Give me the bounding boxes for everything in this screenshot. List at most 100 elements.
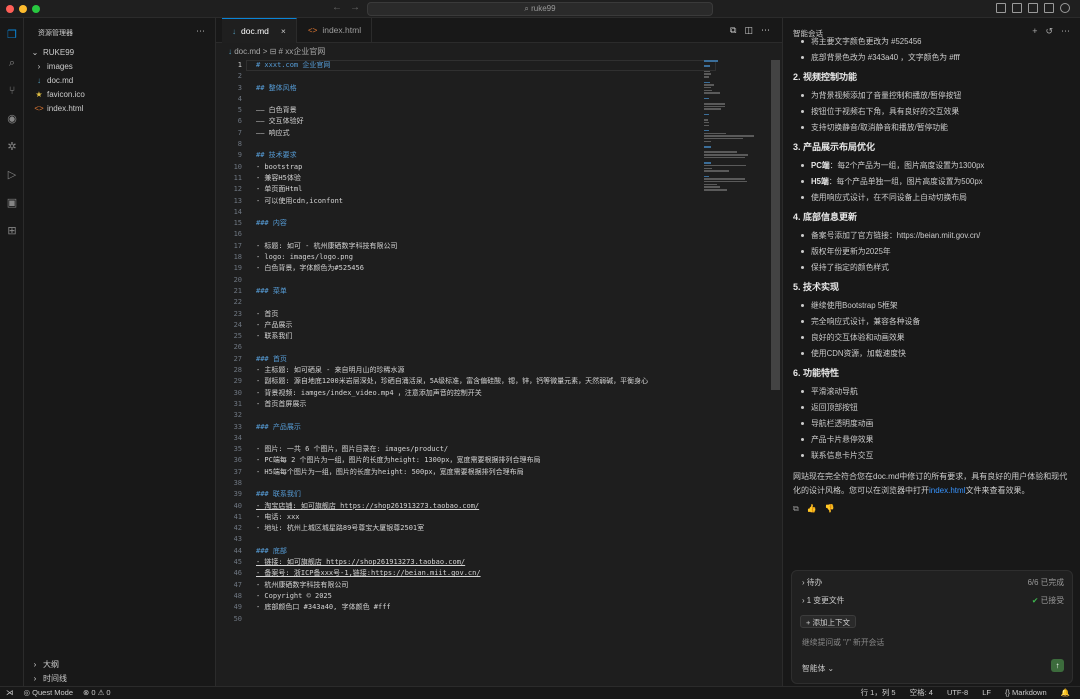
- blocks-icon[interactable]: ⊞: [5, 224, 19, 238]
- code-line[interactable]: 41 - 电话: xxx: [216, 512, 716, 523]
- account-icon[interactable]: [1060, 3, 1070, 13]
- source-control-icon[interactable]: ⑂: [5, 84, 19, 98]
- code-line[interactable]: 7 —— 响应式: [216, 128, 716, 139]
- code-line[interactable]: 37 - H5端每个图片为一组，图片的长度为height: 500px，宽度需要根…: [216, 467, 716, 478]
- editor-scrollbar[interactable]: [771, 60, 780, 390]
- code-line[interactable]: 9 ## 技术要求: [216, 150, 716, 161]
- code-line[interactable]: 46 - 备案号: 浙ICP备xxx号-1,链接:https://beian.mi…: [216, 568, 716, 579]
- tree-item-images[interactable]: › images: [34, 60, 73, 73]
- code-line[interactable]: 10 - bootstrap: [216, 162, 716, 173]
- code-line[interactable]: 48 - Copyright © 2025: [216, 591, 716, 602]
- tab-doc-md[interactable]: ↓ doc.md ×: [222, 18, 297, 43]
- code-line[interactable]: 47 - 杭州康硒数字科技有限公司: [216, 580, 716, 591]
- timeline-section[interactable]: › 时间线: [30, 672, 67, 685]
- breadcrumb-section[interactable]: # xx企业官网: [279, 47, 326, 56]
- code-line[interactable]: 30 - 背景视频: iamges/index_video.mp4 ，注意添加声音…: [216, 388, 716, 399]
- code-line[interactable]: 17 - 标题: 如可 - 杭州康硒数字科技有限公司: [216, 241, 716, 252]
- more-actions-icon[interactable]: ⋯: [761, 25, 770, 36]
- thumbs-down-icon[interactable]: 👎: [825, 504, 835, 514]
- code-line[interactable]: 22: [216, 297, 716, 308]
- problems-indicator[interactable]: ⊗ 0 ⚠ 0: [83, 687, 111, 699]
- code-line[interactable]: 1 # xxxt.com 企业官网: [216, 60, 716, 71]
- forward-arrow-icon[interactable]: →: [350, 2, 360, 13]
- code-line[interactable]: 44 ### 底部: [216, 546, 716, 557]
- toggle-secondary-sidebar-icon[interactable]: [1028, 3, 1038, 13]
- code-line[interactable]: 50: [216, 614, 716, 625]
- changes-row[interactable]: › 1 变更文件 ✔ 已接受: [802, 595, 1064, 606]
- code-line[interactable]: 28 - 主标题: 如可硒泉 - 来自明月山的珍稀水源: [216, 365, 716, 376]
- code-line[interactable]: 5 —— 白色背景: [216, 105, 716, 116]
- code-line[interactable]: 14: [216, 207, 716, 218]
- line-ending[interactable]: LF: [982, 687, 991, 699]
- remote-indicator-icon[interactable]: ⋊: [6, 687, 14, 699]
- tab-index-html[interactable]: <> index.html: [298, 18, 373, 43]
- thumbs-up-icon[interactable]: 👍: [807, 504, 817, 514]
- code-editor[interactable]: 1 # xxxt.com 企业官网 2 3 ## 整体风格 4 5 —— 白色背景 6 —— 交互…: [216, 60, 716, 625]
- toggle-panel-icon[interactable]: [1012, 3, 1022, 13]
- code-line[interactable]: 3 ## 整体风格: [216, 83, 716, 94]
- quest-mode[interactable]: ◎ Quest Mode: [24, 687, 74, 699]
- split-editor-icon[interactable]: ◫: [744, 25, 753, 36]
- close-window-button[interactable]: [6, 5, 14, 13]
- code-line[interactable]: 2: [216, 71, 716, 82]
- run-icon[interactable]: ▷: [5, 168, 19, 182]
- copy-icon[interactable]: ⧉: [793, 504, 799, 514]
- code-line[interactable]: 23 - 首页: [216, 309, 716, 320]
- code-line[interactable]: 40 - 淘宝店铺: 如可旗舰店 https://shop261913273.ta…: [216, 501, 716, 512]
- index-html-link[interactable]: index.html: [929, 486, 965, 495]
- explorer-icon[interactable]: ❐: [5, 28, 19, 42]
- code-line[interactable]: 33 ### 产品展示: [216, 422, 716, 433]
- tree-item-favicon[interactable]: ★ favicon.ico: [34, 88, 84, 101]
- send-icon[interactable]: ↑: [1051, 659, 1064, 672]
- tree-root[interactable]: ⌄ RUKE99: [30, 46, 74, 59]
- add-context-button[interactable]: + 添加上下文: [800, 615, 856, 628]
- code-line[interactable]: 49 - 底部颜色口 #343a40, 字体颜色 #fff: [216, 602, 716, 613]
- code-line[interactable]: 39 ### 联系我们: [216, 489, 716, 500]
- code-line[interactable]: 21 ### 菜单: [216, 286, 716, 297]
- code-line[interactable]: 11 - 兼容H5体验: [216, 173, 716, 184]
- open-preview-icon[interactable]: ⧉: [730, 25, 736, 36]
- code-line[interactable]: 35 - 图片: 一共 6 个图片，图片目录在: images/product/: [216, 444, 716, 455]
- code-line[interactable]: 29 - 副标题: 源自地底1200米岩层深处，珍硒自涌活泉，5A级标准，富含偏硅…: [216, 376, 716, 387]
- customize-layout-icon[interactable]: [1044, 3, 1054, 13]
- code-line[interactable]: 24 - 产品展示: [216, 320, 716, 331]
- command-search-input[interactable]: ⌕ ruke99: [367, 2, 713, 16]
- code-line[interactable]: 4: [216, 94, 716, 105]
- language-mode[interactable]: {} Markdown: [1005, 687, 1047, 699]
- outline-section[interactable]: › 大纲: [30, 658, 59, 671]
- code-line[interactable]: 31 - 首页首屏展示: [216, 399, 716, 410]
- code-line[interactable]: 36 - PC端每 2 个图片为一组，图片的长度为height: 1300px，宽…: [216, 455, 716, 466]
- code-line[interactable]: 26: [216, 342, 716, 353]
- encoding[interactable]: UTF-8: [947, 687, 968, 699]
- code-line[interactable]: 25 - 联系我们: [216, 331, 716, 342]
- back-arrow-icon[interactable]: ←: [332, 2, 342, 13]
- debug-icon[interactable]: ◉: [5, 112, 19, 126]
- notifications-icon[interactable]: 🔔: [1061, 687, 1070, 699]
- maximize-window-button[interactable]: [32, 5, 40, 13]
- more-actions-icon[interactable]: ⋯: [196, 26, 205, 37]
- todo-row[interactable]: › 待办 6/6 已完成: [802, 577, 1064, 588]
- code-line[interactable]: 42 - 地址: 杭州上城区城星路89号尊宝大厦银尊2501室: [216, 523, 716, 534]
- code-line[interactable]: 16: [216, 229, 716, 240]
- mode-selector[interactable]: 智能体 ⌄: [802, 663, 834, 674]
- extensions-icon[interactable]: ✲: [5, 140, 19, 154]
- code-line[interactable]: 12 - 单页面Html: [216, 184, 716, 195]
- code-line[interactable]: 19 - 白色背景，字体颜色为#525456: [216, 263, 716, 274]
- breadcrumb-file[interactable]: doc.md: [234, 47, 260, 56]
- code-line[interactable]: 6 —— 交互体验好: [216, 116, 716, 127]
- code-line[interactable]: 15 ### 内容: [216, 218, 716, 229]
- code-line[interactable]: 8: [216, 139, 716, 150]
- code-line[interactable]: 13 - 可以使用cdn,iconfont: [216, 196, 716, 207]
- chat-input[interactable]: 继续提问或 "/" 新开会话: [802, 637, 884, 648]
- tree-item-doc-md[interactable]: ↓ doc.md: [34, 74, 73, 87]
- code-line[interactable]: 20: [216, 275, 716, 286]
- minimap[interactable]: [704, 60, 764, 191]
- code-line[interactable]: 43: [216, 534, 716, 545]
- remote-icon[interactable]: ▣: [5, 196, 19, 210]
- code-line[interactable]: 27 ### 首页: [216, 354, 716, 365]
- code-line[interactable]: 32: [216, 410, 716, 421]
- tree-item-index-html[interactable]: <> index.html: [34, 102, 83, 115]
- code-line[interactable]: 18 - logo: images/logo.png: [216, 252, 716, 263]
- code-line[interactable]: 38: [216, 478, 716, 489]
- minimize-window-button[interactable]: [19, 5, 27, 13]
